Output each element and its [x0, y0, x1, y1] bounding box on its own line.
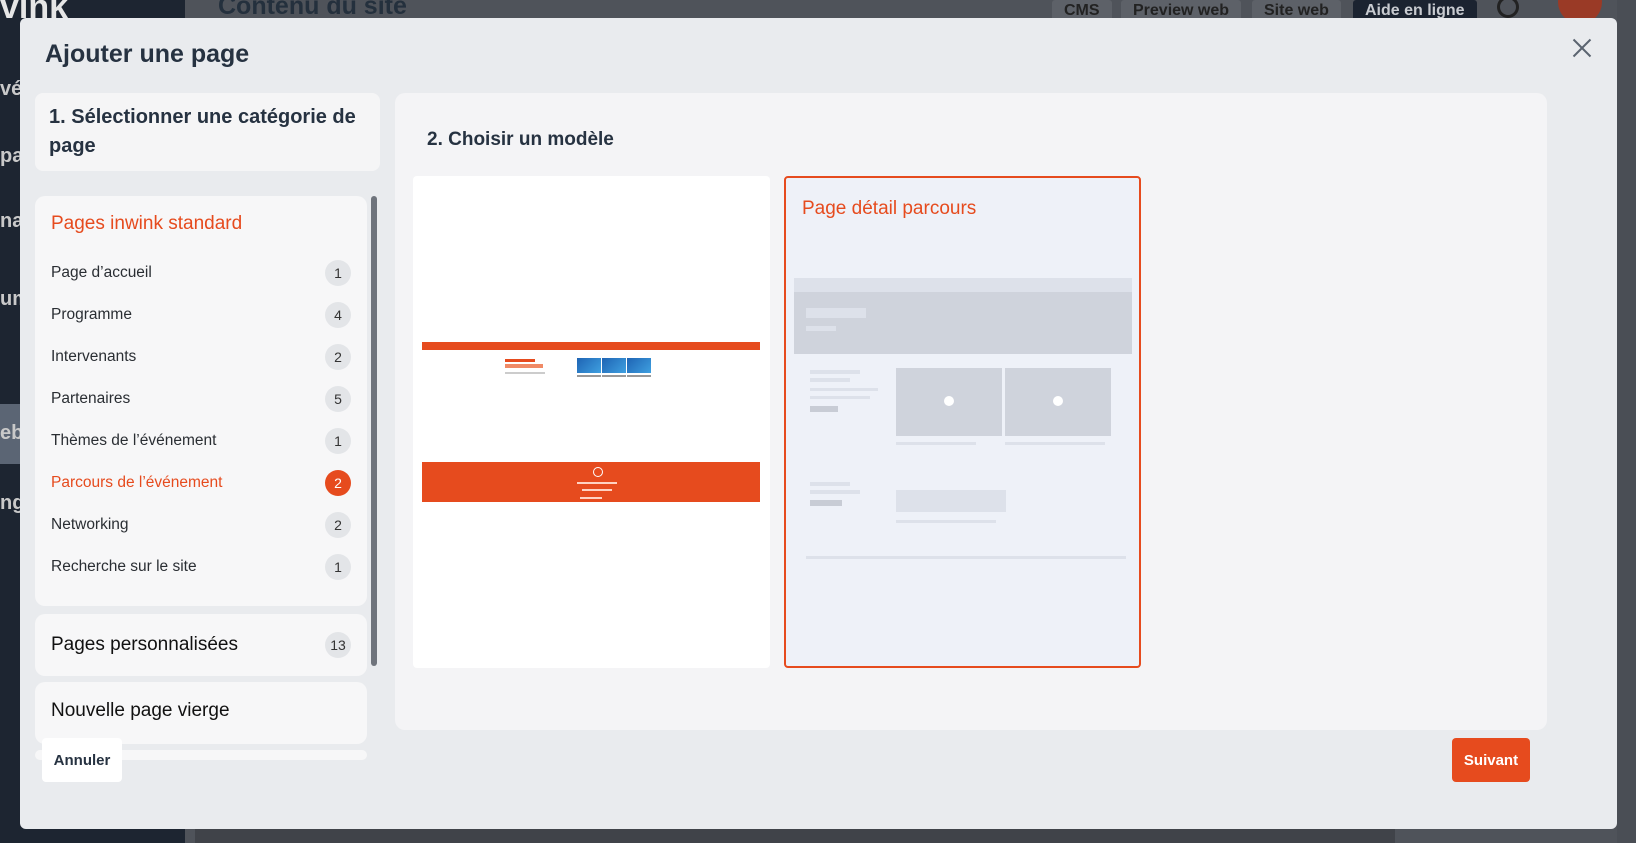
preview-label	[602, 375, 626, 377]
preview-footer-logo	[593, 467, 603, 477]
preview-text	[810, 388, 878, 391]
count-badge: 5	[325, 386, 351, 412]
preview-header-bar	[422, 342, 760, 350]
template-title: Page détail parcours	[802, 198, 977, 219]
preview-text	[505, 364, 543, 368]
preview-label	[577, 375, 601, 377]
preview-thumbnail	[602, 358, 626, 373]
preview-label	[627, 375, 651, 377]
category-item-home[interactable]: Page d’accueil 1	[51, 258, 351, 288]
preview-text	[810, 490, 860, 494]
category-item-label: Networking	[51, 516, 129, 533]
preview-footer-line	[582, 489, 612, 491]
preview-thumbnail	[577, 358, 601, 373]
preview-text	[896, 520, 996, 523]
category-item-tracks[interactable]: Parcours de l’événement 2	[51, 468, 351, 498]
category-group-custom[interactable]: Pages personnalisées 13	[35, 614, 367, 676]
preview-text	[806, 326, 836, 331]
preview-input	[896, 490, 1006, 512]
modal-title: Ajouter une page	[45, 40, 250, 68]
count-badge: 2	[325, 344, 351, 370]
bg-bottom-strip	[195, 828, 1395, 843]
category-item-label: Programme	[51, 306, 132, 323]
play-icon	[944, 396, 954, 406]
category-item-label: Partenaires	[51, 390, 131, 407]
play-icon	[1053, 396, 1063, 406]
category-item-label: Thèmes de l’événement	[51, 432, 217, 449]
bg-right-strip	[1617, 0, 1636, 843]
preview-thumbnail	[627, 358, 651, 373]
custom-pages-row[interactable]: Pages personnalisées 13	[51, 630, 351, 660]
add-page-modal: Ajouter une page 1. Sélectionner une cat…	[20, 18, 1617, 829]
template-panel: 2. Choisir un modèle Page détail parcour…	[395, 93, 1547, 730]
preview-text	[1005, 442, 1105, 445]
count-badge: 2	[325, 512, 351, 538]
category-group-title: Nouvelle page vierge	[51, 700, 230, 721]
preview-button	[810, 406, 838, 412]
category-item-speakers[interactable]: Intervenants 2	[51, 342, 351, 372]
count-badge: 4	[325, 302, 351, 328]
preview-text	[810, 482, 850, 486]
preview-text	[810, 370, 860, 374]
preview-text	[896, 442, 976, 445]
template-card-track-detail[interactable]: Page détail parcours	[784, 176, 1141, 668]
template-card-list[interactable]	[413, 176, 770, 668]
bg-sidebar-item: vé	[0, 78, 23, 100]
preview-text	[505, 372, 545, 374]
category-group-blank[interactable]: Nouvelle page vierge	[35, 682, 367, 744]
category-item-label: Intervenants	[51, 348, 137, 365]
preview-header-bar	[794, 278, 1132, 292]
category-item-partners[interactable]: Partenaires 5	[51, 384, 351, 414]
category-item-site-search[interactable]: Recherche sur le site 1	[51, 552, 351, 582]
preview-footer-line	[580, 497, 602, 499]
count-badge: 13	[325, 632, 351, 658]
category-item-label: Recherche sur le site	[51, 558, 197, 575]
category-group-standard: Pages inwink standard Page d’accueil 1 P…	[35, 196, 367, 606]
preview-text	[810, 378, 850, 382]
category-item-label: Page d’accueil	[51, 264, 152, 281]
next-button[interactable]: Suivant	[1452, 738, 1530, 782]
category-item-themes[interactable]: Thèmes de l’événement 1	[51, 426, 351, 456]
count-badge: 1	[325, 554, 351, 580]
preview-divider	[806, 556, 1126, 559]
preview-text	[806, 308, 866, 318]
category-item-programme[interactable]: Programme 4	[51, 300, 351, 330]
step2-heading: 2. Choisir un modèle	[427, 129, 614, 150]
category-group-title[interactable]: Pages inwink standard	[51, 213, 242, 235]
preview-text	[505, 359, 535, 362]
category-item-label: Parcours de l’événement	[51, 474, 223, 491]
category-group-title: Pages personnalisées	[51, 634, 238, 655]
close-icon[interactable]	[1567, 33, 1597, 63]
count-badge: 1	[325, 260, 351, 286]
preview-hero	[794, 292, 1132, 354]
category-scrollbar[interactable]	[371, 196, 377, 666]
step1-heading: 1. Sélectionner une catégorie de page	[35, 93, 380, 171]
preview-footer	[422, 462, 760, 502]
preview-button	[810, 500, 842, 506]
count-badge: 1	[325, 428, 351, 454]
preview-text	[810, 396, 870, 399]
preview-footer-line	[577, 482, 617, 484]
cancel-button[interactable]: Annuler	[42, 738, 122, 782]
category-item-networking[interactable]: Networking 2	[51, 510, 351, 540]
count-badge: 2	[325, 470, 351, 496]
